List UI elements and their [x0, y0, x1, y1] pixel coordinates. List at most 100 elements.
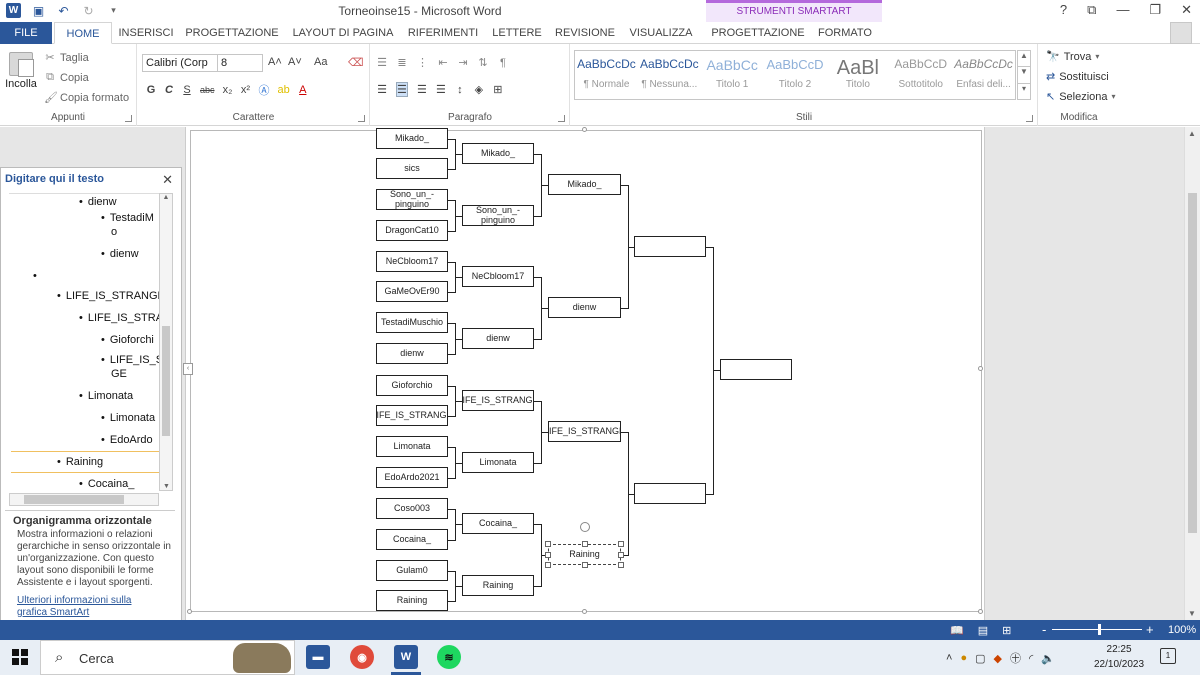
final-slot[interactable] [720, 359, 792, 380]
style-title[interactable]: AaBl Titolo [826, 51, 889, 99]
document-vertical-scrollbar[interactable]: ▲ ▼ [1184, 127, 1200, 620]
zoom-slider-thumb[interactable] [1098, 624, 1101, 635]
round1-player[interactable]: GaMeOvEr90 [376, 281, 448, 302]
style-no-spacing[interactable]: AaBbCcDc ¶ Nessuna... [638, 51, 701, 99]
round2-player[interactable]: Raining [462, 575, 534, 596]
round1-player[interactable]: Gioforchio [376, 375, 448, 396]
tp-hscroll-thumb[interactable] [24, 495, 124, 504]
meet-icon[interactable]: ▢ [975, 652, 985, 665]
restore-button[interactable]: ❐ [1149, 2, 1161, 18]
grow-font-button[interactable]: A˄ [268, 56, 282, 68]
close-button[interactable]: ✕ [1181, 2, 1192, 18]
zoom-slider[interactable] [1052, 629, 1142, 630]
clipboard-launcher[interactable] [125, 115, 132, 122]
decrease-indent-icon[interactable]: ⇤ [438, 56, 448, 69]
help-button[interactable]: ? [1060, 2, 1067, 18]
find-button[interactable]: 🔭 Trova ▾ [1046, 50, 1099, 64]
change-case-button[interactable]: Aa [314, 56, 327, 68]
styles-scroll[interactable]: ▲ ▼ ▾ [1017, 50, 1031, 100]
bold-button[interactable]: G [146, 84, 156, 96]
tp-scroll-thumb[interactable] [162, 326, 170, 436]
zoom-in-button[interactable]: + [1146, 622, 1154, 637]
text-pane-item[interactable]: • Gioforchi [101, 334, 154, 346]
style-normal[interactable]: AaBbCcDc ¶ Normale [575, 51, 638, 99]
read-mode-icon[interactable]: 📖 [950, 624, 964, 637]
highlight-icon[interactable]: ab [278, 84, 290, 96]
italic-button[interactable]: C [164, 84, 174, 96]
scroll-up-icon[interactable]: ▲ [1188, 129, 1196, 138]
round2-player[interactable]: NeCbloom17 [462, 266, 534, 287]
shading-icon[interactable]: ◈ [474, 83, 484, 96]
chrome-icon[interactable]: ◉ [350, 645, 374, 669]
frame-handle-right[interactable] [978, 366, 983, 371]
tp-scroll-down-icon[interactable]: ▼ [163, 483, 170, 490]
text-pane-horizontal-scrollbar[interactable] [9, 493, 159, 506]
shrink-font-button[interactable]: A˅ [288, 56, 302, 68]
semifinal-slot[interactable] [634, 236, 706, 257]
minimize-button[interactable]: — [1116, 2, 1129, 18]
ribbon-display-button[interactable]: ⧉ [1087, 2, 1096, 18]
round1-player[interactable]: Mikado_ [376, 128, 448, 149]
round1-player[interactable]: Sono_un_-pinguino [376, 189, 448, 210]
line-spacing-icon[interactable]: ↕ [455, 84, 465, 96]
text-pane-item[interactable]: • dienw [101, 248, 139, 260]
tab-mailings[interactable]: LETTERE [490, 22, 544, 44]
print-layout-icon[interactable]: ▤ [978, 624, 988, 637]
resize-handle[interactable] [545, 541, 551, 547]
smartart-frame[interactable] [190, 130, 982, 612]
round1-player[interactable]: Limonata [376, 436, 448, 457]
resize-handle[interactable] [545, 551, 551, 558]
style-subtle-emphasis[interactable]: AaBbCcDc Enfasi deli... [952, 51, 1015, 99]
round1-player[interactable]: Coso003 [376, 498, 448, 519]
underline-button[interactable]: S [182, 84, 192, 96]
resize-handle[interactable] [618, 562, 624, 568]
numbering-icon[interactable]: ≣ [397, 56, 407, 69]
close-icon[interactable]: ✕ [162, 172, 173, 188]
file-explorer-icon[interactable]: ▬ [306, 645, 330, 669]
font-name-select[interactable]: Calibri (Corp [142, 54, 218, 72]
styles-launcher[interactable] [1026, 115, 1033, 122]
text-pane-item[interactable]: • LIFE_IS_STRANGE [57, 290, 159, 302]
save-icon[interactable]: ▣ [31, 3, 46, 18]
resize-handle[interactable] [545, 562, 551, 568]
more-info-link[interactable]: Ulteriori informazioni sulla grafica Sma… [17, 595, 157, 619]
semifinal-slot[interactable] [634, 483, 706, 504]
tab-review[interactable]: REVISIONE [552, 22, 618, 44]
round1-player[interactable]: Cocaina_ [376, 529, 448, 550]
text-pane-item[interactable]: • dienw [79, 196, 117, 208]
resize-handle[interactable] [618, 541, 624, 547]
scroll-down-icon[interactable]: ▼ [1188, 609, 1196, 618]
zoom-level[interactable]: 100% [1168, 624, 1196, 636]
rotate-handle-icon[interactable] [579, 522, 590, 532]
round2-player[interactable]: Mikado_ [462, 143, 534, 164]
round3-player[interactable]: Mikado_ [548, 174, 621, 195]
spotify-icon[interactable]: ≋ [437, 645, 461, 669]
app-tray-icon[interactable]: ◆ [994, 652, 1002, 665]
multilevel-icon[interactable]: ⋮ [417, 56, 428, 69]
align-left-icon[interactable]: ☰ [377, 83, 387, 96]
styles-scroll-up-icon[interactable]: ▲ [1018, 51, 1030, 68]
tp-scroll-up-icon[interactable]: ▲ [160, 194, 172, 201]
zoom-out-button[interactable]: - [1042, 622, 1046, 637]
round2-player[interactable]: dienw [462, 328, 534, 349]
styles-more-icon[interactable]: ▾ [1018, 84, 1030, 99]
word-taskbar-icon[interactable]: W [394, 645, 418, 669]
align-center-icon[interactable]: ☰ [396, 82, 408, 97]
round2-player[interactable]: Sono_un_-pinguino [462, 205, 534, 226]
font-launcher[interactable] [358, 115, 365, 122]
text-pane-item[interactable]: • [33, 270, 42, 282]
borders-icon[interactable]: ⊞ [493, 83, 503, 96]
web-layout-icon[interactable]: ⊞ [1002, 624, 1011, 637]
round1-player[interactable]: NeCbloom17 [376, 251, 448, 272]
resize-handle[interactable] [618, 551, 624, 558]
round1-player[interactable]: dienw [376, 343, 448, 364]
round1-player[interactable]: EdoArdo2021 [376, 467, 448, 488]
round3-player[interactable]: LIFE_IS_STRANGE [548, 421, 621, 442]
sort-icon[interactable]: ⇅ [478, 56, 488, 69]
resize-handle[interactable] [581, 541, 588, 547]
volume-icon[interactable]: 🔈 [1041, 652, 1055, 665]
notification-icon[interactable]: 1 [1160, 648, 1176, 664]
cut-button[interactable]: ✂ Taglia [44, 51, 88, 65]
increase-indent-icon[interactable]: ⇥ [458, 56, 468, 69]
superscript-button[interactable]: x² [241, 84, 251, 96]
